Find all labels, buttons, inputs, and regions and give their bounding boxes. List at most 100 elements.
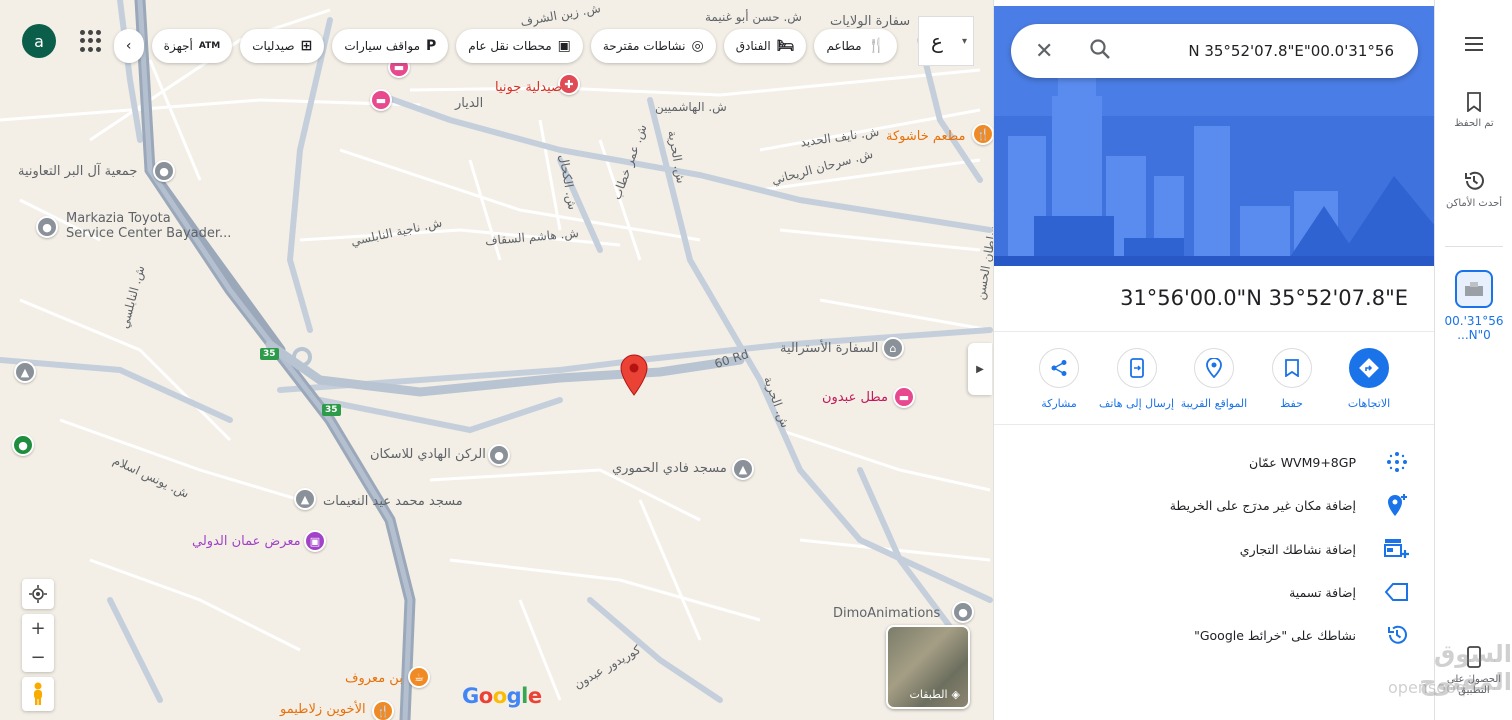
add-place-icon <box>1384 493 1410 517</box>
nearby-icon <box>1194 348 1234 388</box>
account-avatar[interactable]: a <box>22 24 56 58</box>
place-pin-icon[interactable]: ● <box>36 216 58 238</box>
poi-label[interactable]: مطل عبدون <box>822 390 888 405</box>
map-canvas[interactable]: ش. الهاشميين الديار ش. الحرية ش. الحرية … <box>0 0 993 720</box>
poi-label[interactable]: صيدلية جونيا <box>495 80 562 95</box>
mosque-pin-icon[interactable]: ▲ <box>294 488 316 510</box>
poi-label[interactable]: مسجد محمد عيد النعيمات <box>323 494 463 509</box>
street-label: ش. حسن أبو غنيمة <box>705 10 802 24</box>
search-input[interactable]: N 35°52'07.8"E"00.0'31°56 <box>1113 42 1394 60</box>
search-icon[interactable] <box>1089 38 1113 64</box>
apps-grid-icon[interactable] <box>80 30 102 52</box>
add-label-row[interactable]: إضافة تسمية <box>1018 577 1410 607</box>
poi-label[interactable]: مطعم خاشوكة <box>886 129 965 144</box>
chip-hotels[interactable]: 🛏 الفنادق <box>723 29 807 63</box>
send-to-phone-icon <box>1116 348 1157 388</box>
recent-place-item[interactable]: 31°56'00.0"N... <box>1435 270 1512 342</box>
chip-label: مواقف سيارات <box>344 39 421 53</box>
street-view-pegman-icon[interactable] <box>22 677 54 711</box>
hotel-pin-icon[interactable]: ▬ <box>893 386 915 408</box>
poi-label[interactable]: السفارة الأسترالية <box>780 341 878 356</box>
place-panel: ✕ N 35°52'07.8"E"00.0'31°56 31°56'00.0"N… <box>993 0 1434 720</box>
plus-code-row[interactable]: WVM9+8GP عمّان <box>1018 447 1410 477</box>
rail-label: أحدث الأماكن <box>1445 198 1503 209</box>
chip-parking[interactable]: P مواقف سيارات <box>332 29 449 63</box>
location-pin-icon[interactable] <box>619 354 649 396</box>
chip-label: مطاعم <box>826 39 862 53</box>
park-pin-icon[interactable]: ● <box>12 434 34 456</box>
mosque-pin-icon[interactable]: ▲ <box>732 458 754 480</box>
chips-scroll-button[interactable]: › <box>113 29 144 63</box>
embassy-pin-icon[interactable]: ⌂ <box>882 337 904 359</box>
saved-button[interactable]: تم الحفظ <box>1435 92 1512 129</box>
camera-icon: ◎ <box>691 38 704 54</box>
row-text: نشاطك على "خرائط Google" <box>1194 627 1356 643</box>
poi-label[interactable]: بن معروف <box>345 671 403 686</box>
poi-label[interactable]: الأخوين زلاطيمو <box>280 702 366 717</box>
add-business-icon <box>1384 538 1410 560</box>
restaurant-icon: 🍴 <box>867 38 885 54</box>
rail-label: تم الحفظ <box>1454 118 1494 129</box>
chip-restaurants[interactable]: 🍴 مطاعم <box>814 29 897 63</box>
close-icon[interactable]: ✕ <box>1035 39 1059 64</box>
place-pin-icon[interactable]: ● <box>952 601 974 623</box>
directions-icon <box>1349 348 1389 388</box>
caret-down-icon: ▾ <box>961 35 967 47</box>
hotel-pin-icon[interactable]: ▬ <box>370 89 392 111</box>
cafe-pin-icon[interactable]: ☕ <box>408 666 430 688</box>
chip-things-to-do[interactable]: ◎ نشاطات مقترحة <box>590 29 716 63</box>
layers-label: الطبقات <box>909 688 948 701</box>
route-shield: 35 <box>260 348 279 360</box>
venue-pin-icon[interactable]: ▣ <box>304 530 326 552</box>
send-to-phone-button[interactable]: إرسال إلى هاتف <box>1099 348 1174 410</box>
zoom-in-button[interactable]: + <box>30 614 45 643</box>
chip-pharmacies[interactable]: ⊞ صيدليات <box>240 29 325 63</box>
poi-label[interactable]: جمعية آل البر التعاونية <box>18 164 137 179</box>
place-title: 31°56'00.0"N 35°52'07.8"E <box>1120 286 1408 310</box>
restaurant-pin-icon[interactable]: 🍴 <box>972 123 993 145</box>
directions-button[interactable]: الاتجاهات <box>1334 348 1404 410</box>
place-pin-icon[interactable]: ● <box>488 444 510 466</box>
bookmark-icon <box>1271 348 1312 388</box>
search-box[interactable]: ✕ N 35°52'07.8"E"00.0'31°56 <box>1011 24 1418 78</box>
place-pin-icon[interactable]: ● <box>153 160 175 182</box>
label-icon <box>1384 583 1410 601</box>
chip-label: نشاطات مقترحة <box>602 39 686 53</box>
poi-label[interactable]: مسجد فادي الحموري <box>612 461 727 476</box>
recent-place-label: 31°56'00.0"N... <box>1444 314 1504 342</box>
poi-label[interactable]: سفارة الولايات <box>830 14 910 29</box>
menu-button[interactable] <box>1435 36 1512 52</box>
chip-transit[interactable]: ▣ محطات نقل عام <box>456 29 583 63</box>
chip-label: أجهزة <box>163 39 193 53</box>
poi-label[interactable]: معرض عمان الدولي <box>192 534 301 549</box>
row-text: إضافة مكان غير مدرَج على الخريطة <box>1169 497 1356 513</box>
chip-atm[interactable]: ATM أجهزة <box>151 29 233 63</box>
add-missing-place-row[interactable]: إضافة مكان غير مدرَج على الخريطة <box>1018 490 1410 520</box>
mosque-pin-icon[interactable]: ▲ <box>14 361 36 383</box>
zoom-out-button[interactable]: − <box>30 643 45 672</box>
chip-label: محطات نقل عام <box>468 39 552 53</box>
save-button[interactable]: حفظ <box>1257 348 1327 410</box>
nearby-button[interactable]: المواقع القريبة <box>1179 348 1249 410</box>
recent-place-thumbnail <box>1455 270 1493 308</box>
poi-label[interactable]: Markazia Toyota Service Center Bayader..… <box>66 211 231 241</box>
right-rail: تم الحفظ أحدث الأماكن 31°56'00.0"N... ال… <box>1434 0 1512 720</box>
restaurant-pin-icon[interactable]: 🍴 <box>372 700 394 720</box>
language-label: ع <box>931 29 943 53</box>
parking-icon: P <box>426 38 437 54</box>
action-buttons: الاتجاهات حفظ المواقع القريبة إرسال إلى … <box>1024 348 1404 410</box>
collapse-panel-button[interactable]: ▶ <box>968 343 992 395</box>
poi-label[interactable]: الركن الهادي للاسكان <box>370 447 486 462</box>
poi-label[interactable]: DimoAnimations <box>833 606 940 621</box>
menu-icon <box>1465 37 1483 51</box>
recents-button[interactable]: أحدث الأماكن <box>1435 170 1512 209</box>
chip-label: الفنادق <box>735 39 771 53</box>
add-business-row[interactable]: إضافة نشاطك التجاري <box>1018 534 1410 564</box>
atm-icon: ATM <box>198 41 221 51</box>
my-location-button[interactable] <box>22 579 54 609</box>
hero-illustration: ✕ N 35°52'07.8"E"00.0'31°56 <box>994 6 1434 266</box>
layers-button[interactable]: ◈ الطبقات <box>886 625 970 709</box>
row-text: WVM9+8GP عمّان <box>1249 454 1356 470</box>
share-button[interactable]: مشاركة <box>1024 348 1094 410</box>
language-toggle[interactable]: ع ▾ <box>918 16 974 66</box>
